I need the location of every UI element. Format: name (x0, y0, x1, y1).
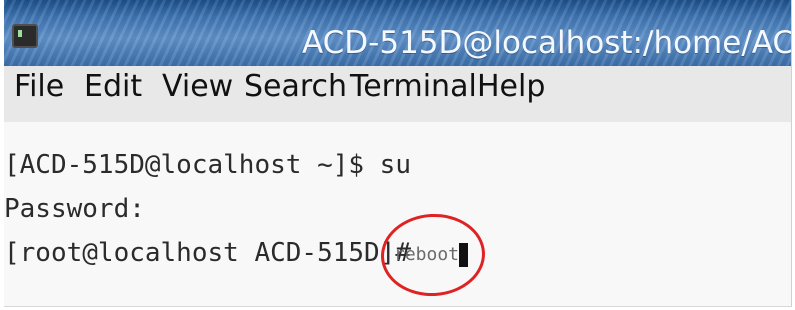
menu-file[interactable]: File (14, 72, 64, 102)
title-bar: ACD-515D@localhost:/home/ACD-515I (4, 0, 791, 66)
terminal-line-root-prompt: [root@localhost ACD-515D]# (4, 238, 411, 268)
terminal-icon (12, 24, 38, 48)
window-title: ACD-515D@localhost:/home/ACD-515I (302, 25, 791, 61)
menu-help[interactable]: Help (477, 72, 545, 102)
menu-edit[interactable]: Edit (84, 72, 142, 102)
menu-bar: File Edit View Search Terminal Help (4, 66, 791, 123)
red-highlight-circle (378, 211, 488, 299)
menu-terminal[interactable]: Terminal (350, 72, 477, 102)
menu-search[interactable]: Search (244, 72, 347, 102)
terminal-line-password: Password: (4, 194, 145, 224)
menu-view[interactable]: View (162, 72, 233, 102)
terminal-line-su: [ACD-515D@localhost ~]$ su (4, 150, 411, 180)
terminal-output[interactable]: [ACD-515D@localhost ~]$ su Password: [ro… (4, 122, 791, 306)
terminal-window: ACD-515D@localhost:/home/ACD-515I File E… (4, 0, 792, 307)
